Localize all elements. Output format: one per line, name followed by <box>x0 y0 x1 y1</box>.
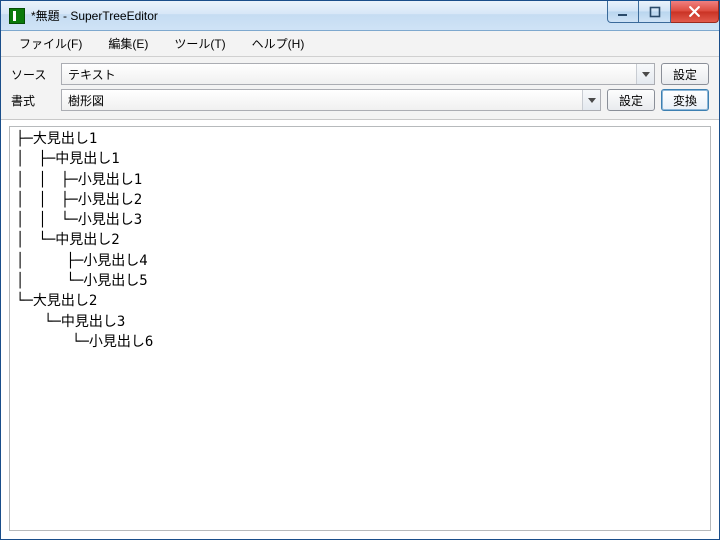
app-window: *無題 - SuperTreeEditor ファイル(F) 編集(E) ツール(… <box>0 0 720 540</box>
source-label: ソース <box>11 66 55 83</box>
format-settings-button[interactable]: 設定 <box>607 89 655 111</box>
menu-tool[interactable]: ツール(T) <box>164 32 235 55</box>
window-controls <box>607 1 719 23</box>
menu-edit[interactable]: 編集(E) <box>98 32 158 55</box>
button-label: 設定 <box>673 66 697 83</box>
source-combo[interactable]: テキスト <box>61 63 655 85</box>
chevron-down-icon <box>582 90 600 110</box>
format-row: 書式 樹形図 設定 変換 <box>11 89 709 111</box>
window-title: *無題 - SuperTreeEditor <box>31 7 158 24</box>
button-label: 変換 <box>673 92 697 109</box>
controls-panel: ソース テキスト 設定 書式 樹形図 設定 変換 <box>1 57 719 120</box>
close-icon <box>688 5 701 18</box>
titlebar: *無題 - SuperTreeEditor <box>1 1 719 31</box>
format-label: 書式 <box>11 92 55 109</box>
convert-button[interactable]: 変換 <box>661 89 709 111</box>
maximize-button[interactable] <box>639 1 671 23</box>
source-settings-button[interactable]: 設定 <box>661 63 709 85</box>
chevron-down-icon <box>636 64 654 84</box>
format-combo[interactable]: 樹形図 <box>61 89 601 111</box>
menubar: ファイル(F) 編集(E) ツール(T) ヘルプ(H) <box>1 31 719 57</box>
output-panel[interactable]: ├─大見出し1 │ ├─中見出し1 │ │ ├─小見出し1 │ │ ├─小見出し… <box>9 126 711 531</box>
app-icon <box>9 8 25 24</box>
close-button[interactable] <box>671 1 719 23</box>
output-text: ├─大見出し1 │ ├─中見出し1 │ │ ├─小見出し1 │ │ ├─小見出し… <box>10 127 710 354</box>
source-row: ソース テキスト 設定 <box>11 63 709 85</box>
maximize-icon <box>649 6 661 18</box>
menu-file[interactable]: ファイル(F) <box>9 32 92 55</box>
button-label: 設定 <box>619 92 643 109</box>
source-combo-value: テキスト <box>68 66 636 83</box>
minimize-button[interactable] <box>607 1 639 23</box>
format-combo-value: 樹形図 <box>68 92 582 109</box>
menu-help[interactable]: ヘルプ(H) <box>242 32 315 55</box>
minimize-icon <box>617 6 629 18</box>
